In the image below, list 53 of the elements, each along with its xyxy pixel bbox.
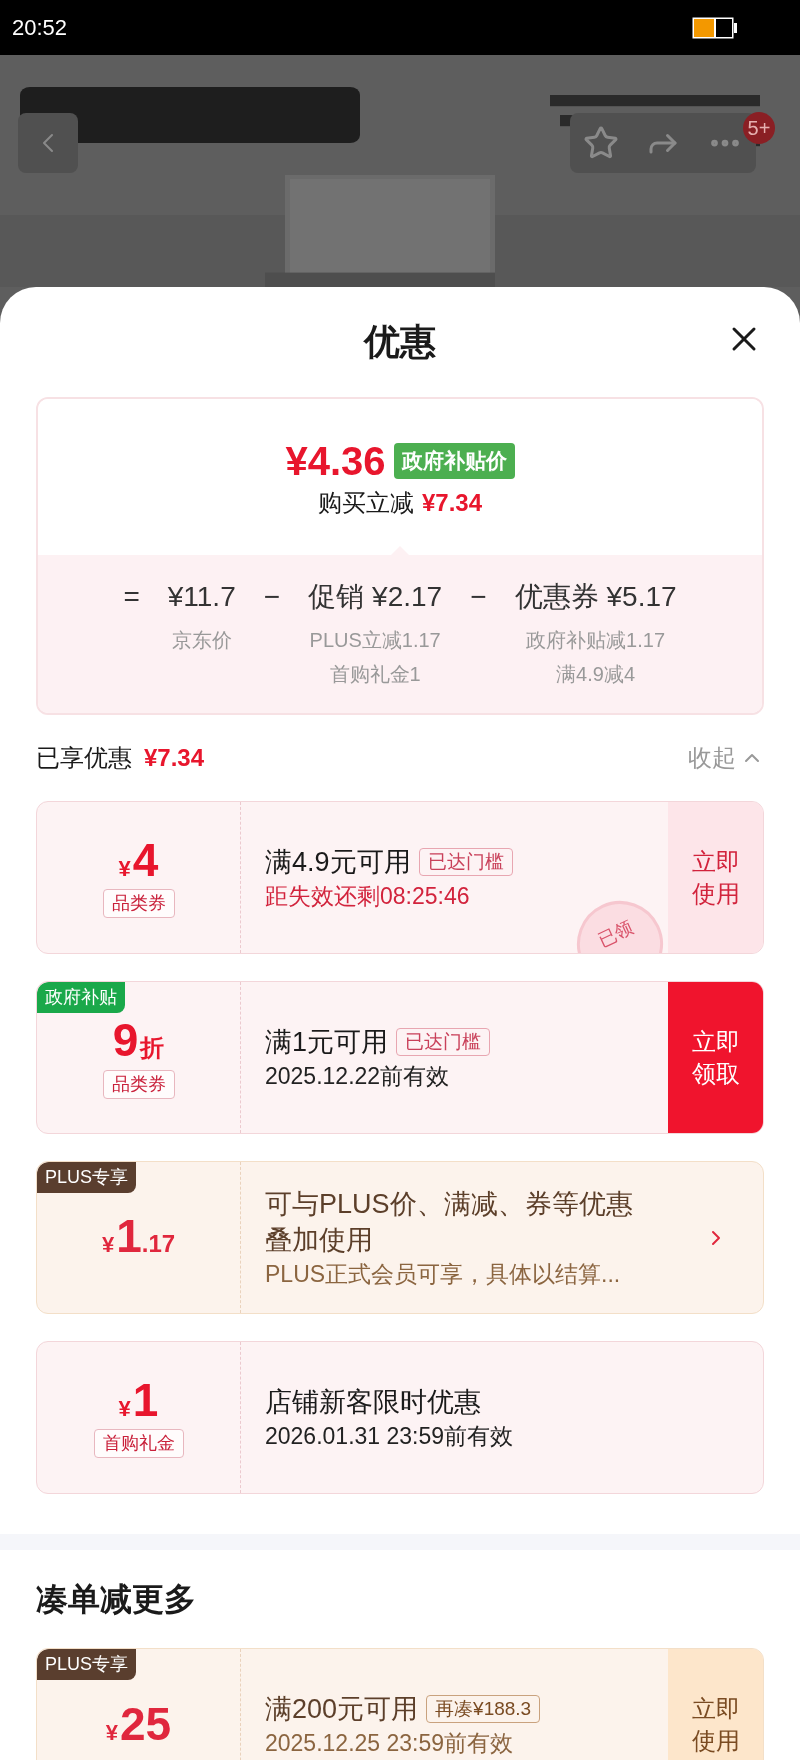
- section-title: 凑单减更多: [36, 1580, 196, 1619]
- sheet-title: 优惠: [364, 320, 436, 364]
- breakdown-label: 促销: [308, 580, 365, 614]
- coupon-amount: ¥25: [105, 1700, 172, 1749]
- operator-sign: −: [263, 580, 281, 614]
- coupon-type-label: 首购礼金: [93, 1429, 184, 1458]
- breakdown-note: 首购礼金1: [329, 662, 421, 687]
- coupon-amount: 9折: [112, 1016, 165, 1066]
- coupon-title: 店铺新客限时优惠: [265, 1385, 481, 1419]
- status-time: 20:52: [12, 14, 68, 42]
- threshold-tag: 已达门槛: [418, 847, 513, 876]
- breakdown-note: 满4.9减4: [556, 662, 636, 687]
- coupon-amount: ¥4: [118, 837, 159, 885]
- coupon-badge: PLUS专享: [37, 1649, 137, 1680]
- coupon-title: 可与PLUS价、满减、券等优惠叠加使用: [265, 1187, 634, 1257]
- coupon-type-label: 品类券: [102, 889, 175, 918]
- final-price: ¥4.36: [285, 441, 386, 481]
- breakdown-note: PLUS立减1.17: [309, 628, 441, 653]
- star-icon[interactable]: [583, 125, 619, 161]
- coupon-amount: ¥1.17: [101, 1213, 176, 1262]
- coupon-title: 满1元可用: [265, 1025, 389, 1059]
- coupon-title: 满200元可用: [265, 1692, 419, 1726]
- operator-sign: =: [123, 580, 140, 614]
- subsidy-price-tag: 政府补贴价: [393, 443, 515, 479]
- breakdown-amount: ¥5.17: [606, 580, 677, 614]
- breakdown-note: 政府补贴减1.17: [526, 628, 666, 653]
- coupon-badge: PLUS专享: [37, 1162, 137, 1193]
- threshold-tag: 已达门槛: [396, 1027, 491, 1056]
- coupon-amount: ¥1: [118, 1377, 159, 1425]
- coupon-badge: 政府补贴: [37, 982, 125, 1013]
- battery-icon: [692, 16, 738, 39]
- coupon-validity: PLUS正式会员可享，具体以结算...: [265, 1259, 622, 1289]
- coupon-type-label: 品类券: [102, 1069, 175, 1099]
- claim-now-button[interactable]: 立即领取: [668, 982, 763, 1133]
- breakdown-label: 优惠券: [514, 580, 599, 614]
- coupon-validity: 2026.01.31 23:59前有效: [265, 1421, 515, 1451]
- coupon-validity: 2025.12.22前有效: [265, 1061, 451, 1091]
- collapse-toggle[interactable]: 收起: [688, 740, 764, 776]
- enjoyed-label: 已享优惠: [36, 743, 132, 773]
- use-now-button[interactable]: 立即使用: [668, 1649, 763, 1760]
- breakdown-amount: ¥11.7: [167, 580, 236, 614]
- coupon-title: 满4.9元可用: [265, 845, 411, 879]
- coupon-validity: 2025.12.25 23:59前有效: [265, 1728, 515, 1758]
- coupon-validity: 距失效还剩08:25:46: [265, 881, 471, 911]
- back-button[interactable]: [18, 113, 78, 173]
- operator-sign: −: [470, 580, 487, 614]
- threshold-tag: 再凑¥188.3: [426, 1694, 541, 1723]
- saving-amount: ¥7.34: [421, 488, 483, 518]
- breakdown-note: 京东价: [171, 628, 232, 653]
- breakdown-amount: ¥2.17: [372, 580, 443, 614]
- use-now-button[interactable]: 立即使用: [668, 802, 763, 953]
- saving-label: 购买立减: [317, 488, 414, 518]
- enjoyed-amount: ¥7.34: [144, 743, 205, 773]
